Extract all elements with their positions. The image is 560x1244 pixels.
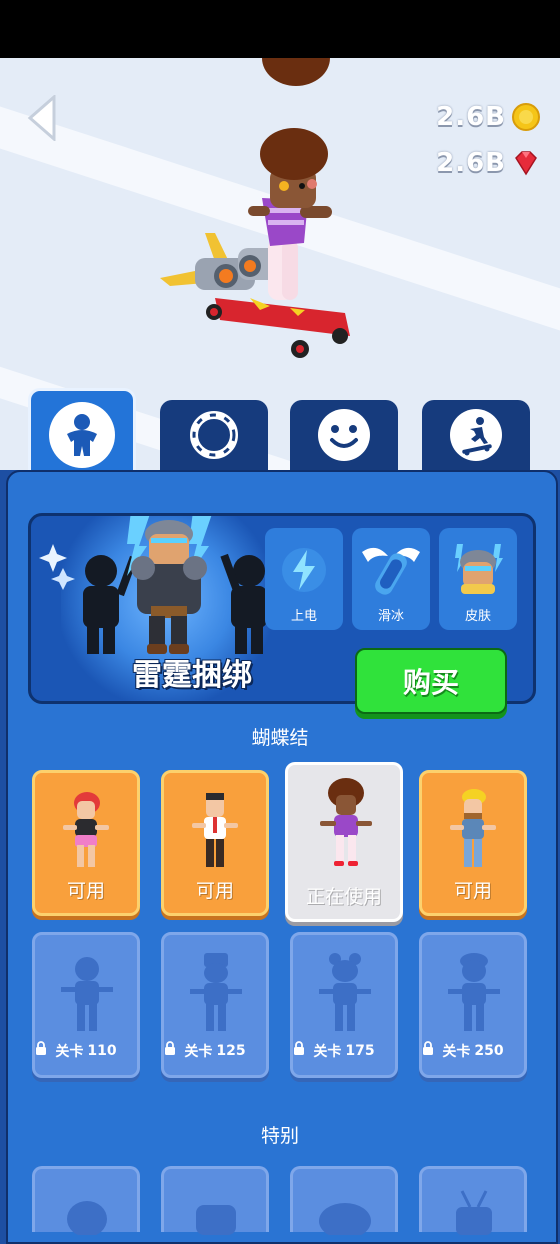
tab-ring[interactable] [160,400,268,470]
level-label: 关卡 [313,1044,342,1060]
level-number: 125 [216,1043,246,1059]
level-label: 关卡 [55,1044,84,1060]
lock-icon [423,1041,433,1055]
level-requirement: 关卡 125 [164,1041,266,1061]
perk-power-up[interactable]: 上电 [265,528,343,630]
office-man-character [192,793,238,867]
special-character-card[interactable] [290,1166,398,1235]
winged-board-icon [362,547,420,595]
locked-character-card[interactable]: 关卡 250 [419,932,527,1078]
lock-icon [36,1041,46,1055]
locked-character-card[interactable]: 关卡 110 [32,932,140,1078]
skateboarder-icon [450,409,502,461]
section-title-special: 特别 [260,1125,299,1147]
category-tabs [0,388,560,478]
card-status: 可用 [66,880,105,902]
perk-label: 滑冰 [377,609,404,624]
coin-amount: 2.6B [436,102,506,132]
locked-character-card[interactable]: 关卡 125 [161,932,269,1078]
construction-worker-character [450,789,496,867]
character-icon [49,401,115,468]
level-label: 关卡 [184,1044,213,1060]
special-character-card[interactable] [161,1166,269,1235]
lock-icon [165,1041,175,1055]
coin-balance: 2.6B [436,102,540,132]
level-requirement: 关卡 175 [293,1041,395,1061]
character-card-selected[interactable]: 正在使用 [285,762,403,922]
level-number: 175 [345,1043,375,1059]
card-status: 可用 [453,880,492,902]
gold-coin-icon [512,103,540,131]
helmet-skin-icon [455,544,503,594]
level-requirement: 关卡 110 [35,1041,137,1061]
locked-character-card[interactable]: 关卡 175 [290,932,398,1078]
ring-icon [190,411,238,459]
afro-girl-character [320,778,372,866]
perk-skate[interactable]: 滑冰 [352,528,430,630]
perk-skin[interactable]: 皮肤 [439,528,517,630]
gem-balance: 2.6B [436,148,540,178]
lock-icon [294,1041,304,1055]
locked-character-silhouette [67,1201,107,1235]
special-character-card[interactable] [419,1166,527,1235]
character-card[interactable]: 可用 [419,770,527,916]
level-number: 110 [87,1043,117,1059]
level-label: 关卡 [442,1044,471,1060]
red-hair-girl-character [63,792,109,867]
tab-skateboard[interactable] [422,400,530,470]
locked-character-silhouette [61,957,113,1031]
locked-character-silhouette [190,953,242,1031]
face-icon [318,409,370,461]
red-gem-icon [515,151,537,176]
level-number: 250 [474,1043,504,1059]
locked-character-silhouette [319,1203,371,1235]
special-character-card[interactable] [32,1166,140,1235]
locked-character-silhouette [196,1205,236,1235]
character-card[interactable]: 可用 [161,770,269,916]
buy-button[interactable]: 购买 [355,648,507,714]
card-status: 可用 [195,880,234,902]
perk-label: 上电 [290,609,317,624]
lightning-icon [282,548,326,592]
card-status: 正在使用 [305,886,382,908]
level-requirement: 关卡 250 [422,1041,524,1061]
gem-amount: 2.6B [436,148,506,178]
tab-face[interactable] [290,400,398,470]
character-card[interactable]: 可用 [32,770,140,916]
locked-character-silhouette [448,953,500,1031]
tab-character[interactable] [28,388,136,478]
back-arrow-icon[interactable] [24,95,64,141]
status-bar [0,0,560,58]
locked-character-silhouette [319,953,371,1031]
section-title-bowtie: 蝴蝶结 [251,727,309,749]
bundle-title: 雷霆捆绑 [132,658,252,693]
perk-label: 皮肤 [464,609,491,624]
locked-character-silhouette [456,1190,492,1235]
